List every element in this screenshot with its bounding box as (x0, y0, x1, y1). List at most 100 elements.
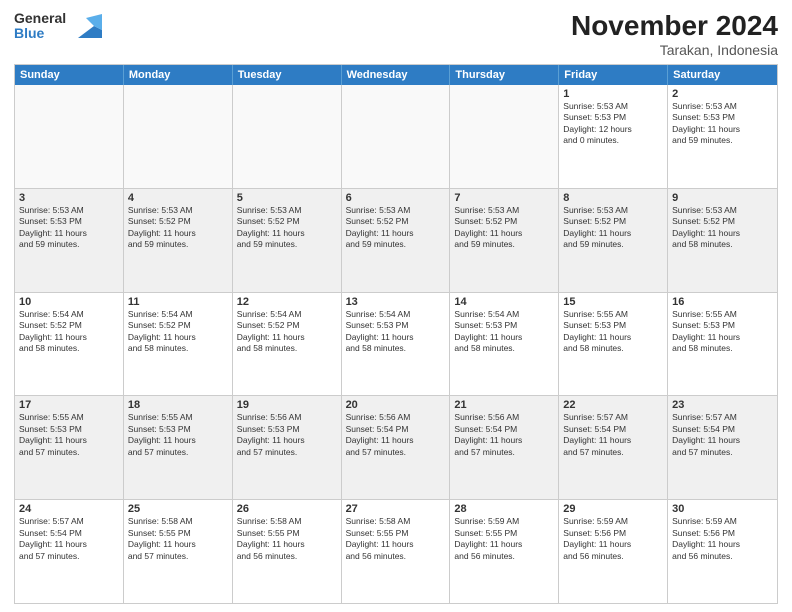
day-number: 27 (346, 503, 446, 515)
day-info: Sunrise: 5:56 AM Sunset: 5:53 PM Dayligh… (237, 412, 337, 458)
day-info: Sunrise: 5:57 AM Sunset: 5:54 PM Dayligh… (672, 412, 773, 458)
calendar-day-cell (124, 85, 233, 188)
day-number: 9 (672, 192, 773, 204)
calendar-week: 24Sunrise: 5:57 AM Sunset: 5:54 PM Dayli… (15, 500, 777, 603)
day-info: Sunrise: 5:58 AM Sunset: 5:55 PM Dayligh… (346, 516, 446, 562)
day-number: 3 (19, 192, 119, 204)
day-info: Sunrise: 5:53 AM Sunset: 5:52 PM Dayligh… (346, 205, 446, 251)
day-info: Sunrise: 5:59 AM Sunset: 5:55 PM Dayligh… (454, 516, 554, 562)
calendar-day-cell: 20Sunrise: 5:56 AM Sunset: 5:54 PM Dayli… (342, 396, 451, 499)
calendar-day-cell: 9Sunrise: 5:53 AM Sunset: 5:52 PM Daylig… (668, 189, 777, 292)
calendar-week: 3Sunrise: 5:53 AM Sunset: 5:53 PM Daylig… (15, 189, 777, 293)
calendar-day-cell: 26Sunrise: 5:58 AM Sunset: 5:55 PM Dayli… (233, 500, 342, 603)
calendar-day-cell: 11Sunrise: 5:54 AM Sunset: 5:52 PM Dayli… (124, 293, 233, 396)
calendar-week: 10Sunrise: 5:54 AM Sunset: 5:52 PM Dayli… (15, 293, 777, 397)
calendar-day-cell: 8Sunrise: 5:53 AM Sunset: 5:52 PM Daylig… (559, 189, 668, 292)
calendar-day-cell: 27Sunrise: 5:58 AM Sunset: 5:55 PM Dayli… (342, 500, 451, 603)
calendar-day-cell: 2Sunrise: 5:53 AM Sunset: 5:53 PM Daylig… (668, 85, 777, 188)
calendar-header-cell: Friday (559, 65, 668, 85)
day-number: 23 (672, 399, 773, 411)
calendar-day-cell: 13Sunrise: 5:54 AM Sunset: 5:53 PM Dayli… (342, 293, 451, 396)
day-number: 5 (237, 192, 337, 204)
calendar-day-cell (15, 85, 124, 188)
day-number: 13 (346, 296, 446, 308)
calendar-day-cell: 24Sunrise: 5:57 AM Sunset: 5:54 PM Dayli… (15, 500, 124, 603)
calendar-day-cell: 16Sunrise: 5:55 AM Sunset: 5:53 PM Dayli… (668, 293, 777, 396)
day-number: 21 (454, 399, 554, 411)
day-info: Sunrise: 5:54 AM Sunset: 5:52 PM Dayligh… (128, 309, 228, 355)
calendar-week: 1 Sunrise: 5:53 AM Sunset: 5:53 PM Daylig… (15, 85, 777, 189)
page-subtitle: Tarakan, Indonesia (571, 42, 778, 58)
day-number: 26 (237, 503, 337, 515)
calendar-day-cell: 5Sunrise: 5:53 AM Sunset: 5:52 PM Daylig… (233, 189, 342, 292)
day-info: Sunrise: 5:56 AM Sunset: 5:54 PM Dayligh… (346, 412, 446, 458)
day-info: Sunrise: 5:53 AM Sunset: 5:52 PM Dayligh… (454, 205, 554, 251)
calendar-day-cell (342, 85, 451, 188)
page-title: November 2024 (571, 10, 778, 42)
day-number: 19 (237, 399, 337, 411)
day-number: 4 (128, 192, 228, 204)
calendar-day-cell: 7Sunrise: 5:53 AM Sunset: 5:52 PM Daylig… (450, 189, 559, 292)
logo-line2: Blue (14, 26, 66, 41)
calendar-day-cell (233, 85, 342, 188)
day-number: 6 (346, 192, 446, 204)
calendar-day-cell: 21Sunrise: 5:56 AM Sunset: 5:54 PM Dayli… (450, 396, 559, 499)
day-info: Sunrise: 5:57 AM Sunset: 5:54 PM Dayligh… (563, 412, 663, 458)
day-info: Sunrise: 5:54 AM Sunset: 5:52 PM Dayligh… (237, 309, 337, 355)
page: General Blue November 2024 Tarakan, Indo… (0, 0, 792, 612)
day-info: Sunrise: 5:53 AM Sunset: 5:52 PM Dayligh… (128, 205, 228, 251)
calendar-day-cell: 28Sunrise: 5:59 AM Sunset: 5:55 PM Dayli… (450, 500, 559, 603)
calendar-header-cell: Thursday (450, 65, 559, 85)
calendar-header-cell: Monday (124, 65, 233, 85)
calendar-day-cell: 18Sunrise: 5:55 AM Sunset: 5:53 PM Dayli… (124, 396, 233, 499)
day-number: 20 (346, 399, 446, 411)
day-info: Sunrise: 5:53 AM Sunset: 5:52 PM Dayligh… (672, 205, 773, 251)
day-info: Sunrise: 5:59 AM Sunset: 5:56 PM Dayligh… (563, 516, 663, 562)
day-number: 29 (563, 503, 663, 515)
day-number: 15 (563, 296, 663, 308)
calendar-header: SundayMondayTuesdayWednesdayThursdayFrid… (15, 65, 777, 85)
day-number: 14 (454, 296, 554, 308)
calendar-day-cell: 17Sunrise: 5:55 AM Sunset: 5:53 PM Dayli… (15, 396, 124, 499)
calendar-day-cell (450, 85, 559, 188)
day-info: Sunrise: 5:54 AM Sunset: 5:53 PM Dayligh… (346, 309, 446, 355)
day-info: Sunrise: 5:53 AM Sunset: 5:53 PM Dayligh… (672, 101, 773, 147)
calendar-header-cell: Sunday (15, 65, 124, 85)
day-number: 1 (563, 88, 663, 100)
calendar-day-cell: 23Sunrise: 5:57 AM Sunset: 5:54 PM Dayli… (668, 396, 777, 499)
day-info: Sunrise: 5:55 AM Sunset: 5:53 PM Dayligh… (19, 412, 119, 458)
calendar-day-cell: 12Sunrise: 5:54 AM Sunset: 5:52 PM Dayli… (233, 293, 342, 396)
calendar-day-cell: 25Sunrise: 5:58 AM Sunset: 5:55 PM Dayli… (124, 500, 233, 603)
day-number: 24 (19, 503, 119, 515)
logo-text: General Blue (14, 11, 66, 42)
day-info: Sunrise: 5:59 AM Sunset: 5:56 PM Dayligh… (672, 516, 773, 562)
calendar-day-cell: 4Sunrise: 5:53 AM Sunset: 5:52 PM Daylig… (124, 189, 233, 292)
calendar-day-cell: 14Sunrise: 5:54 AM Sunset: 5:53 PM Dayli… (450, 293, 559, 396)
calendar: SundayMondayTuesdayWednesdayThursdayFrid… (14, 64, 778, 604)
calendar-day-cell: 29Sunrise: 5:59 AM Sunset: 5:56 PM Dayli… (559, 500, 668, 603)
day-info: Sunrise: 5:57 AM Sunset: 5:54 PM Dayligh… (19, 516, 119, 562)
day-info: Sunrise: 5:53 AM Sunset: 5:52 PM Dayligh… (563, 205, 663, 251)
day-info: Sunrise: 5:55 AM Sunset: 5:53 PM Dayligh… (563, 309, 663, 355)
calendar-day-cell: 22Sunrise: 5:57 AM Sunset: 5:54 PM Dayli… (559, 396, 668, 499)
day-number: 18 (128, 399, 228, 411)
title-area: November 2024 Tarakan, Indonesia (571, 10, 778, 58)
calendar-day-cell: 3Sunrise: 5:53 AM Sunset: 5:53 PM Daylig… (15, 189, 124, 292)
calendar-body: 1 Sunrise: 5:53 AM Sunset: 5:53 PM Daylig… (15, 85, 777, 603)
day-number: 2 (672, 88, 773, 100)
day-info: Sunrise: 5:53 AM Sunset: 5:52 PM Dayligh… (237, 205, 337, 251)
day-info: Sunrise: 5:54 AM Sunset: 5:52 PM Dayligh… (19, 309, 119, 355)
calendar-day-cell: 6Sunrise: 5:53 AM Sunset: 5:52 PM Daylig… (342, 189, 451, 292)
day-info: Sunrise: 5:53 AM Sunset: 5:53 PM Dayligh… (19, 205, 119, 251)
day-number: 30 (672, 503, 773, 515)
day-info: Sunrise: 5:55 AM Sunset: 5:53 PM Dayligh… (672, 309, 773, 355)
day-info: Sunrise: 5:54 AM Sunset: 5:53 PM Dayligh… (454, 309, 554, 355)
day-info: Sunrise: 5:58 AM Sunset: 5:55 PM Dayligh… (237, 516, 337, 562)
calendar-day-cell: 1Sunrise: 5:53 AM Sunset: 5:53 PM Daylig… (559, 85, 668, 188)
calendar-day-cell: 10Sunrise: 5:54 AM Sunset: 5:52 PM Dayli… (15, 293, 124, 396)
calendar-day-cell: 15Sunrise: 5:55 AM Sunset: 5:53 PM Dayli… (559, 293, 668, 396)
logo-icon (70, 10, 102, 42)
day-number: 25 (128, 503, 228, 515)
day-number: 11 (128, 296, 228, 308)
logo-line1: General (14, 11, 66, 26)
